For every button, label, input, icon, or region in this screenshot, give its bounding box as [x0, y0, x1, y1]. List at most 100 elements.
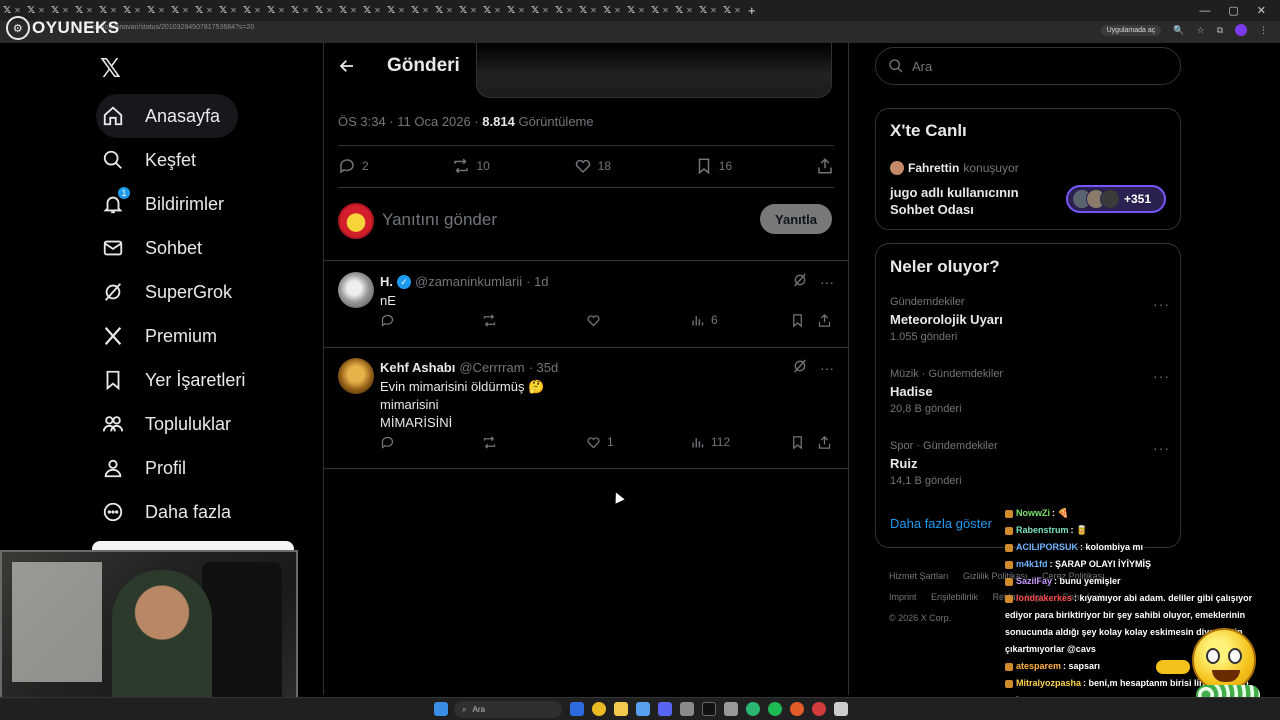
repost-button[interactable]: [482, 313, 497, 328]
live-host[interactable]: Fahrettin konuşuyor: [890, 161, 1019, 175]
share-button[interactable]: [816, 157, 834, 175]
tab-close-icon[interactable]: ✕: [638, 6, 645, 15]
chrome-icon[interactable]: [592, 702, 606, 716]
repost-button[interactable]: 10: [452, 157, 490, 175]
tab-close-icon[interactable]: ✕: [662, 6, 669, 15]
views-button[interactable]: 112: [690, 435, 730, 450]
more-options-icon[interactable]: ···: [820, 274, 834, 290]
browser-tab[interactable]: 𝕏 ✕: [504, 0, 528, 21]
tab-close-icon[interactable]: ✕: [686, 6, 693, 15]
user-avatar[interactable]: [338, 203, 374, 239]
reply-button[interactable]: [380, 313, 395, 328]
tab-close-icon[interactable]: ✕: [278, 6, 285, 15]
tab-close-icon[interactable]: ✕: [158, 6, 165, 15]
tab-close-icon[interactable]: ✕: [446, 6, 453, 15]
sidebar-item-notifications[interactable]: 1 Bildirimler: [96, 182, 326, 226]
tab-close-icon[interactable]: ✕: [62, 6, 69, 15]
obs-icon[interactable]: [790, 702, 804, 716]
tab-close-icon[interactable]: ✕: [86, 6, 93, 15]
reply-button[interactable]: [380, 435, 395, 450]
open-in-app-button[interactable]: Uygulamada aç: [1100, 24, 1162, 36]
more-options-icon[interactable]: ···: [820, 360, 834, 376]
new-tab-icon[interactable]: +: [748, 3, 756, 18]
browser-tab[interactable]: 𝕏 ✕: [672, 0, 696, 21]
folder-icon[interactable]: [614, 702, 628, 716]
like-button[interactable]: [586, 313, 601, 328]
browser-tab[interactable]: 𝕏 ✕: [696, 0, 720, 21]
avatar[interactable]: [338, 272, 374, 308]
x-logo-icon[interactable]: 𝕏: [100, 55, 126, 81]
footer-link[interactable]: Hizmet Şartları: [889, 571, 949, 581]
author-name[interactable]: H.: [380, 274, 393, 289]
back-arrow-icon[interactable]: [338, 57, 358, 77]
browser-tab[interactable]: 𝕏 ✕: [648, 0, 672, 21]
app-icon[interactable]: [680, 702, 694, 716]
browser-tab[interactable]: 𝕏 ✕: [144, 0, 168, 21]
bookmark-button[interactable]: [790, 313, 805, 328]
tab-close-icon[interactable]: ✕: [134, 6, 141, 15]
browser-tab[interactable]: 𝕏 ✕: [624, 0, 648, 21]
sidebar-item-premium[interactable]: Premium: [96, 314, 326, 358]
steam-icon[interactable]: [702, 702, 716, 716]
show-more-link[interactable]: Daha fazla göster: [890, 516, 992, 531]
share-button[interactable]: [817, 435, 832, 450]
browser-tab[interactable]: 𝕏 ✕: [528, 0, 552, 21]
tab-close-icon[interactable]: ✕: [350, 6, 357, 15]
tab-close-icon[interactable]: ✕: [542, 6, 549, 15]
copilot-icon[interactable]: [570, 702, 584, 716]
menu-icon[interactable]: ⋮: [1259, 25, 1268, 36]
footer-link[interactable]: Imprint: [889, 592, 917, 602]
tab-close-icon[interactable]: ✕: [230, 6, 237, 15]
taskbar-search[interactable]: ⌕ Ara: [454, 701, 562, 718]
sidebar-item-communities[interactable]: Topluluklar: [96, 402, 326, 446]
tab-close-icon[interactable]: ✕: [494, 6, 501, 15]
browser-tab[interactable]: 𝕏 ✕: [264, 0, 288, 21]
listeners-pill[interactable]: +351: [1066, 185, 1166, 213]
app-icon[interactable]: [834, 702, 848, 716]
sidebar-item-explore[interactable]: Keşfet: [96, 138, 326, 182]
sidebar-item-messages[interactable]: Sohbet: [96, 226, 326, 270]
browser-tab[interactable]: 𝕏 ✕: [432, 0, 456, 21]
more-options-icon[interactable]: ···: [1153, 440, 1170, 456]
browser-tab[interactable]: 𝕏 ✕: [120, 0, 144, 21]
tab-close-icon[interactable]: ✕: [614, 6, 621, 15]
views-button[interactable]: 6: [690, 313, 718, 328]
post-timestamp[interactable]: ÖS 3:34 · 11 Oca 2026 ·: [338, 114, 482, 129]
trend-item[interactable]: Gündemdekiler Meteorolojik Uyarı 1.055 g…: [890, 296, 1170, 343]
star-icon[interactable]: ☆: [1196, 25, 1204, 36]
search-bar[interactable]: [875, 47, 1181, 85]
tab-close-icon[interactable]: ✕: [182, 6, 189, 15]
reply-button[interactable]: 2: [338, 157, 369, 175]
browser-tab[interactable]: 𝕏 ✕: [216, 0, 240, 21]
tab-close-icon[interactable]: ✕: [374, 6, 381, 15]
sidebar-item-bookmarks[interactable]: Yer İşaretleri: [96, 358, 326, 402]
search-input[interactable]: [912, 58, 1162, 74]
app-icon[interactable]: [812, 702, 826, 716]
tab-close-icon[interactable]: ✕: [398, 6, 405, 15]
extensions-icon[interactable]: ⧉: [1217, 25, 1223, 36]
browser-tab[interactable]: 𝕏 ✕: [576, 0, 600, 21]
tab-close-icon[interactable]: ✕: [110, 6, 117, 15]
browser-tab[interactable]: 𝕏 ✕: [192, 0, 216, 21]
browser-tab[interactable]: 𝕏 ✕: [408, 0, 432, 21]
app-icon[interactable]: [724, 702, 738, 716]
windows-start-icon[interactable]: [434, 702, 448, 716]
browser-tab[interactable]: 𝕏 ✕: [288, 0, 312, 21]
tab-close-icon[interactable]: ✕: [302, 6, 309, 15]
tab-close-icon[interactable]: ✕: [254, 6, 261, 15]
profile-avatar[interactable]: [1235, 24, 1247, 36]
maximize-icon[interactable]: ▢: [1228, 4, 1238, 17]
share-button[interactable]: [817, 313, 832, 328]
author-handle[interactable]: @Cerrrram: [459, 360, 524, 375]
tab-close-icon[interactable]: ✕: [518, 6, 525, 15]
discord-icon[interactable]: [658, 702, 672, 716]
like-button[interactable]: 18: [574, 157, 611, 175]
reply-input[interactable]: Yanıtını gönder: [382, 210, 497, 230]
tab-close-icon[interactable]: ✕: [590, 6, 597, 15]
space-title[interactable]: jugo adlı kullanıcının Sohbet Odası: [890, 184, 1060, 218]
tab-close-icon[interactable]: ✕: [38, 6, 45, 15]
tab-close-icon[interactable]: ✕: [206, 6, 213, 15]
reply-tweet[interactable]: H. ✓ @zamaninkumlarii · 1d ··· nE 6: [338, 272, 834, 342]
repost-button[interactable]: [482, 435, 497, 450]
browser-tab[interactable]: 𝕏 ✕: [600, 0, 624, 21]
